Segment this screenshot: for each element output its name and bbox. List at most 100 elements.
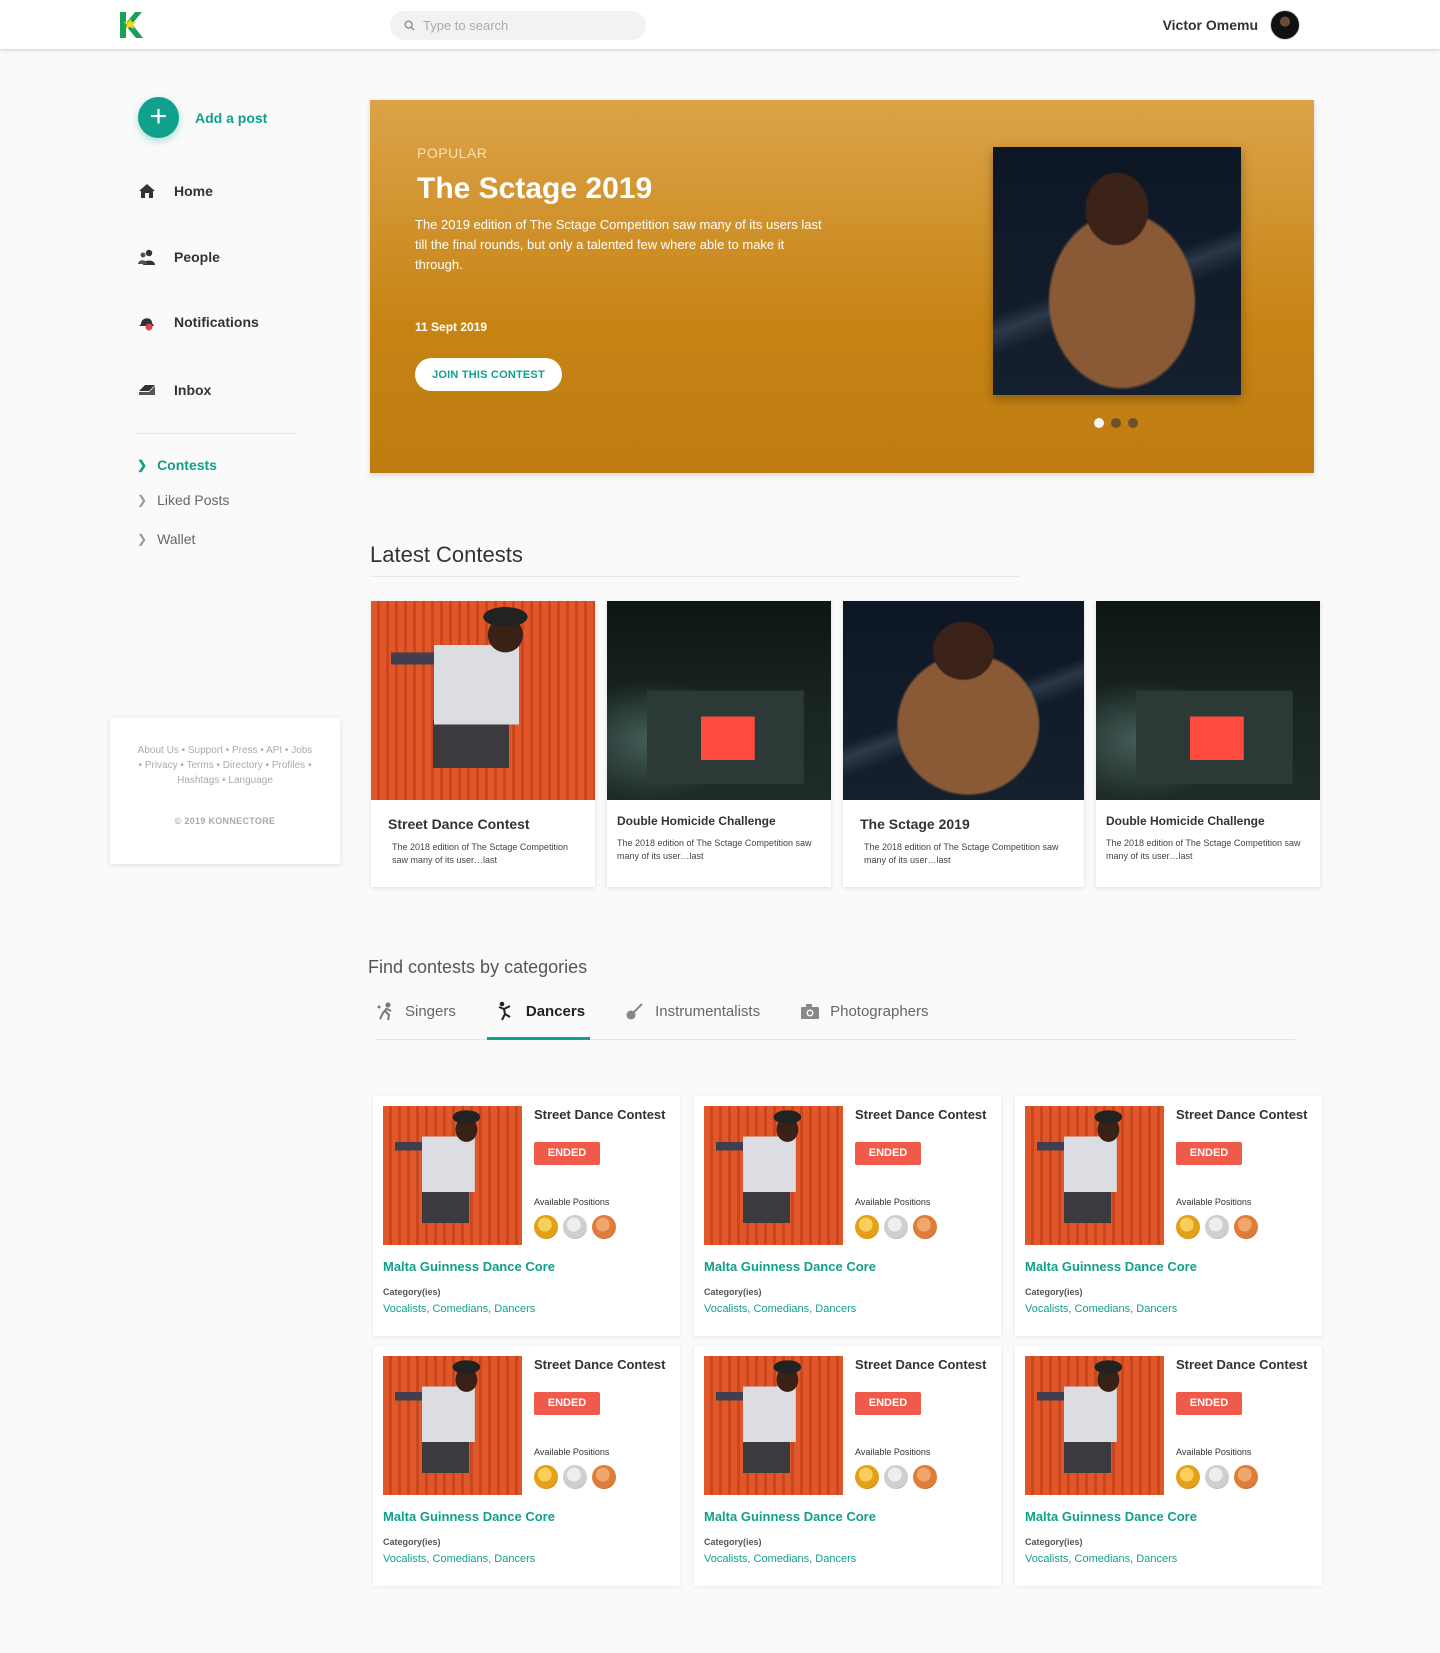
add-post-label: Add a post — [195, 109, 268, 126]
medals — [1176, 1215, 1263, 1239]
contest-image — [371, 601, 595, 800]
contest-thumbnail — [383, 1106, 522, 1245]
footer-links-line[interactable]: About Us • Support • Press • API • Jobs — [130, 743, 320, 758]
category-label: Category(ies) — [1025, 1287, 1083, 1297]
bronze-medal-icon — [1234, 1465, 1258, 1489]
category-values[interactable]: Vocalists, Comedians, Dancers — [1025, 1303, 1177, 1315]
category-contest-card[interactable]: Street Dance Contest ENDED Available Posit… — [694, 1096, 1001, 1336]
sidebar-item-contests[interactable]: ❯ Contests — [137, 457, 217, 473]
carousel-dot[interactable] — [1094, 418, 1104, 428]
category-contest-card[interactable]: Street Dance Contest ENDED Available Posit… — [1015, 1346, 1322, 1586]
camera-icon — [801, 1004, 820, 1019]
silver-medal-icon — [563, 1215, 587, 1239]
silver-medal-icon — [1205, 1465, 1229, 1489]
category-tabs: Singers Dancers Instrumentalists Photogr… — [375, 996, 969, 1026]
bronze-medal-icon — [913, 1465, 937, 1489]
search-input[interactable] — [423, 18, 623, 33]
sidebar-item-people[interactable]: People — [138, 248, 220, 266]
category-values[interactable]: Vocalists, Comedians, Dancers — [383, 1303, 535, 1315]
sidebar-subitem-label: Wallet — [157, 531, 196, 547]
contest-title: Street Dance Contest — [534, 1107, 666, 1122]
tab-photographers[interactable]: Photographers — [800, 996, 929, 1026]
organizer-link[interactable]: Malta Guinness Dance Core — [383, 1259, 555, 1274]
bronze-medal-icon — [1234, 1215, 1258, 1239]
category-contest-card[interactable]: Street Dance Contest ENDED Available Posit… — [373, 1096, 680, 1336]
category-label: Category(ies) — [704, 1537, 762, 1547]
guitar-icon — [626, 1003, 643, 1020]
bronze-medal-icon — [913, 1215, 937, 1239]
tab-label: Dancers — [525, 1002, 586, 1020]
user-menu[interactable]: Victor Omemu — [1163, 10, 1300, 40]
copyright: © 2019 KONNECTORE — [174, 816, 276, 826]
sidebar-item-label: Inbox — [174, 382, 212, 398]
category-values[interactable]: Vocalists, Comedians, Dancers — [383, 1553, 535, 1565]
sidebar-item-wallet[interactable]: ❯ Wallet — [137, 531, 195, 547]
contest-title: Street Dance Contest — [855, 1357, 987, 1372]
dancer-icon — [498, 1001, 511, 1021]
gold-medal-icon — [534, 1215, 558, 1239]
join-contest-button[interactable]: JOIN THIS CONTEST — [415, 358, 562, 391]
tab-instrumentalists[interactable]: Instrumentalists — [625, 996, 760, 1026]
category-values[interactable]: Vocalists, Comedians, Dancers — [1025, 1553, 1177, 1565]
search-bar[interactable] — [390, 11, 646, 40]
status-badge: ENDED — [855, 1142, 921, 1165]
contest-thumbnail — [704, 1356, 843, 1495]
carousel-dot[interactable] — [1111, 418, 1121, 428]
footer-links-line[interactable]: Hashtags • Language — [130, 773, 320, 788]
konnectore-logo[interactable] — [118, 10, 144, 40]
sidebar-item-label: Notifications — [174, 314, 259, 330]
carousel-dot[interactable] — [1128, 418, 1138, 428]
user-name: Victor Omemu — [1162, 17, 1258, 33]
organizer-link[interactable]: Malta Guinness Dance Core — [1025, 1509, 1197, 1524]
category-label: Category(ies) — [383, 1537, 441, 1547]
category-values[interactable]: Vocalists, Comedians, Dancers — [704, 1303, 856, 1315]
contest-title: Street Dance Contest — [534, 1357, 666, 1372]
hero-image — [993, 147, 1241, 395]
available-positions-label: Available Positions — [1176, 1447, 1252, 1457]
tab-label: Photographers — [830, 1002, 929, 1020]
avatar[interactable] — [1270, 10, 1300, 40]
status-badge: ENDED — [1176, 1392, 1242, 1415]
gold-medal-icon — [1176, 1465, 1200, 1489]
contest-title: Double Homicide Challenge — [617, 814, 776, 828]
contest-description: The 2018 edition of The Sctage Competiti… — [617, 838, 812, 861]
contest-card[interactable]: The Sctage 2019 The 2018 edition of The … — [843, 601, 1084, 887]
silver-medal-icon — [884, 1215, 908, 1239]
organizer-link[interactable]: Malta Guinness Dance Core — [383, 1509, 555, 1524]
category-values[interactable]: Vocalists, Comedians, Dancers — [704, 1553, 856, 1565]
footer-links-line[interactable]: • Privacy • Terms • Directory • Profiles… — [130, 758, 320, 773]
sidebar-item-inbox[interactable]: Inbox — [138, 381, 211, 399]
sidebar-item-notifications[interactable]: Notifications — [138, 313, 259, 331]
organizer-link[interactable]: Malta Guinness Dance Core — [1025, 1259, 1197, 1274]
carousel-dots — [1094, 418, 1145, 428]
tab-dancers[interactable]: Dancers — [496, 996, 585, 1026]
contest-thumbnail — [383, 1356, 522, 1495]
tab-singers[interactable]: Singers — [375, 996, 456, 1026]
medals — [855, 1215, 942, 1239]
people-icon — [138, 249, 155, 265]
hero-description: The 2019 edition of The Sctage Competiti… — [415, 217, 822, 272]
tab-label: Singers — [405, 1002, 456, 1020]
singer-icon — [377, 1002, 392, 1021]
contest-title: Street Dance Contest — [855, 1107, 987, 1122]
sidebar-item-liked-posts[interactable]: ❯ Liked Posts — [137, 492, 229, 508]
category-contest-card[interactable]: Street Dance Contest ENDED Available Posit… — [694, 1346, 1001, 1586]
contest-title: The Sctage 2019 — [860, 816, 970, 832]
silver-medal-icon — [1205, 1215, 1229, 1239]
add-post-button[interactable]: + Add a post — [138, 97, 267, 138]
organizer-link[interactable]: Malta Guinness Dance Core — [704, 1259, 876, 1274]
footer-links[interactable]: About Us • Support • Press • API • Jobs … — [130, 743, 320, 788]
contest-card[interactable]: Double Homicide Challenge The 2018 editi… — [1096, 601, 1320, 887]
medals — [534, 1215, 621, 1239]
contest-description: The 2018 edition of The Sctage Competiti… — [864, 842, 1059, 865]
inbox-icon — [139, 385, 155, 395]
category-label: Category(ies) — [1025, 1537, 1083, 1547]
contest-card[interactable]: Street Dance Contest The 2018 edition of… — [371, 601, 595, 887]
category-contest-card[interactable]: Street Dance Contest ENDED Available Posit… — [373, 1346, 680, 1586]
home-icon — [139, 184, 155, 198]
contest-card[interactable]: Double Homicide Challenge The 2018 editi… — [607, 601, 831, 887]
sidebar-item-home[interactable]: Home — [138, 182, 213, 200]
organizer-link[interactable]: Malta Guinness Dance Core — [704, 1509, 876, 1524]
gold-medal-icon — [855, 1465, 879, 1489]
category-contest-card[interactable]: Street Dance Contest ENDED Available Posit… — [1015, 1096, 1322, 1336]
